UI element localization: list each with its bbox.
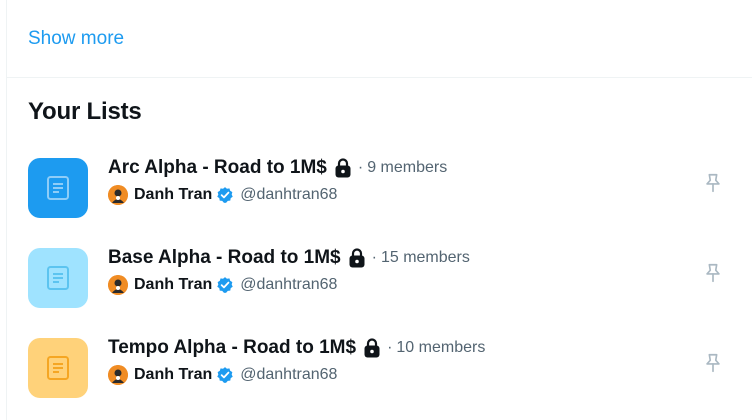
document-icon bbox=[47, 266, 69, 290]
owner-name[interactable]: Danh Tran bbox=[134, 186, 212, 204]
section-title: Your Lists bbox=[28, 98, 142, 125]
owner-handle[interactable]: @danhtran68 bbox=[240, 186, 337, 204]
list-name: Tempo Alpha - Road to 1M$ bbox=[108, 337, 357, 358]
owner-line: Danh Tran @danhtran68 bbox=[108, 275, 337, 295]
pin-icon[interactable] bbox=[701, 351, 725, 375]
list-icon bbox=[28, 248, 88, 308]
document-icon bbox=[47, 176, 69, 200]
avatar[interactable] bbox=[108, 275, 128, 295]
verified-icon bbox=[216, 276, 234, 294]
owner-name[interactable]: Danh Tran bbox=[134, 366, 212, 384]
pin-icon[interactable] bbox=[701, 171, 725, 195]
avatar[interactable] bbox=[108, 365, 128, 385]
show-more-link[interactable]: Show more bbox=[28, 28, 124, 50]
list-name: Base Alpha - Road to 1M$ bbox=[108, 247, 341, 268]
lock-icon bbox=[334, 158, 352, 178]
list-icon bbox=[28, 338, 88, 398]
list-item[interactable]: Tempo Alpha - Road to 1M$ · 10 members D… bbox=[7, 324, 752, 414]
owner-handle[interactable]: @danhtran68 bbox=[240, 366, 337, 384]
separator-dot: · bbox=[357, 159, 364, 176]
owner-line: Danh Tran @danhtran68 bbox=[108, 365, 337, 385]
owner-name[interactable]: Danh Tran bbox=[134, 276, 212, 294]
list-icon bbox=[28, 158, 88, 218]
avatar[interactable] bbox=[108, 185, 128, 205]
member-count: 9 members bbox=[367, 159, 448, 176]
separator-dot: · bbox=[387, 339, 393, 356]
owner-handle[interactable]: @danhtran68 bbox=[240, 276, 337, 294]
list-title-line: Tempo Alpha - Road to 1M$ · 10 members bbox=[108, 337, 485, 359]
list-item[interactable]: Base Alpha - Road to 1M$ · 15 members Da… bbox=[7, 234, 752, 324]
member-count: 15 members bbox=[380, 249, 470, 266]
member-count: 10 members bbox=[396, 339, 486, 356]
list-title-line: Arc Alpha - Road to 1M$ · 9 members bbox=[108, 157, 447, 179]
list-item[interactable]: Arc Alpha - Road to 1M$ · 9 members Danh… bbox=[7, 144, 752, 234]
section-divider bbox=[7, 77, 752, 78]
lists-panel: Show more Your Lists Arc Alpha - Road to… bbox=[6, 0, 752, 420]
lock-icon bbox=[363, 338, 381, 358]
pin-icon[interactable] bbox=[701, 261, 725, 285]
separator-dot: · bbox=[371, 249, 377, 266]
owner-line: Danh Tran @danhtran68 bbox=[108, 185, 337, 205]
verified-icon bbox=[216, 186, 234, 204]
list-name: Arc Alpha - Road to 1M$ bbox=[108, 157, 327, 178]
list-title-line: Base Alpha - Road to 1M$ · 15 members bbox=[108, 247, 470, 269]
lock-icon bbox=[348, 248, 366, 268]
document-icon bbox=[47, 356, 69, 380]
verified-icon bbox=[216, 366, 234, 384]
